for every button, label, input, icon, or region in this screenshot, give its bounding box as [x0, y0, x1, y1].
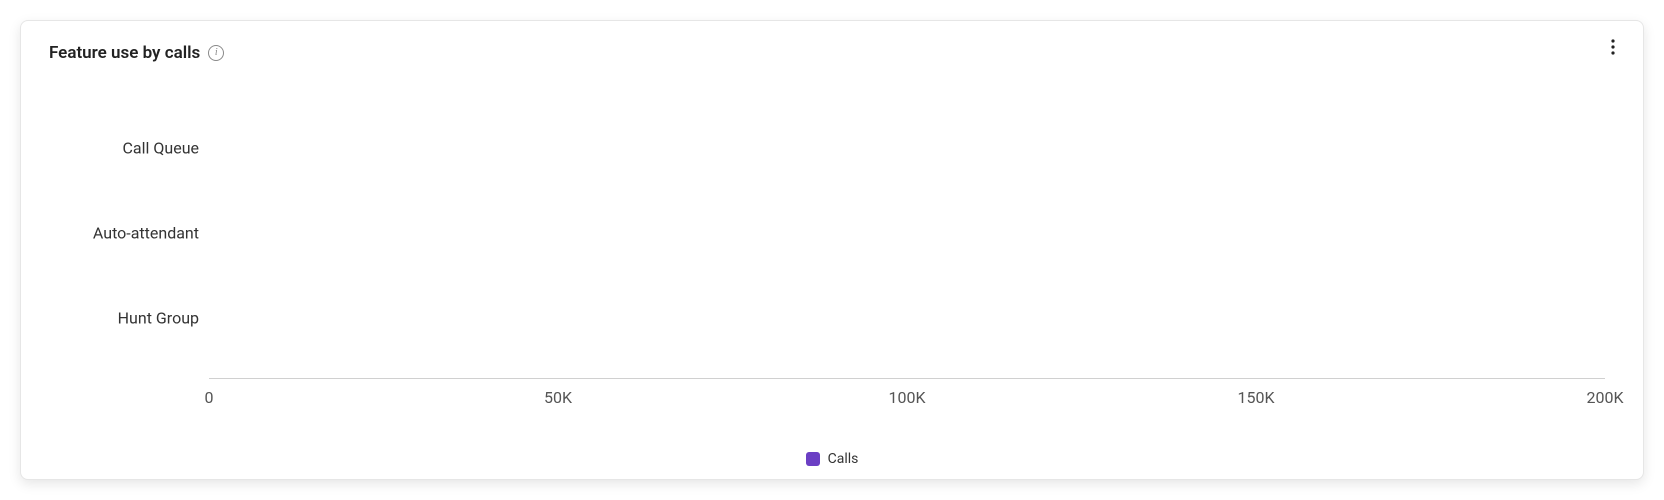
y-axis-label: Hunt Group — [49, 309, 199, 328]
chart-area: Call Queue Auto-attendant Hunt Group 0 5… — [49, 91, 1615, 419]
chart-card: Feature use by calls i Call Queue Auto-a… — [20, 20, 1644, 480]
card-title: Feature use by calls — [49, 43, 200, 63]
y-axis-label: Call Queue — [49, 139, 199, 158]
chart-legend: Calls — [21, 451, 1643, 467]
card-header: Feature use by calls i — [49, 39, 1615, 67]
legend-label: Calls — [828, 451, 859, 467]
x-axis-tick: 50K — [544, 388, 572, 407]
info-icon[interactable]: i — [208, 45, 224, 61]
x-axis-tick: 150K — [1237, 388, 1274, 407]
legend-swatch — [806, 452, 820, 466]
vertical-dots-icon — [1611, 39, 1615, 55]
plot-area — [209, 91, 1605, 379]
x-axis-tick: 100K — [888, 388, 925, 407]
x-axis-tick: 200K — [1586, 388, 1623, 407]
y-axis-label: Auto-attendant — [49, 224, 199, 243]
x-axis-tick: 0 — [205, 388, 214, 407]
more-options-button[interactable] — [1601, 35, 1625, 59]
